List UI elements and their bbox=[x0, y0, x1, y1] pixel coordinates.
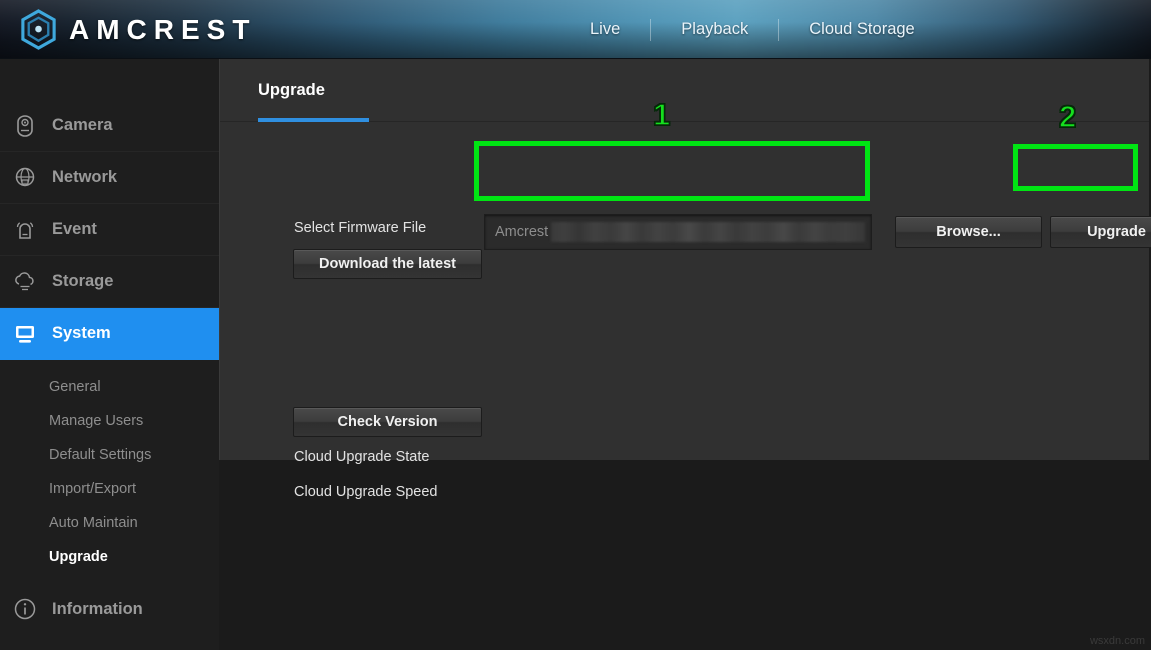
upgrade-button[interactable]: Upgrade bbox=[1050, 216, 1151, 248]
sidebar-subitem-label: Import/Export bbox=[49, 481, 137, 497]
sidebar-subitem-general[interactable]: General bbox=[0, 370, 219, 404]
sidebar-item-camera[interactable]: Camera bbox=[0, 100, 219, 152]
firmware-file-value: Amcrest bbox=[495, 224, 549, 240]
system-monitor-icon bbox=[16, 325, 34, 343]
nav-item-cloud-storage[interactable]: Cloud Storage bbox=[779, 0, 945, 59]
sidebar-subitem-label: Default Settings bbox=[49, 447, 152, 463]
storage-cloud-icon bbox=[15, 271, 34, 290]
redacted-filename-blur bbox=[551, 222, 865, 242]
sidebar-item-label: Network bbox=[52, 168, 118, 186]
cloud-upgrade-speed-label: Cloud Upgrade Speed bbox=[294, 484, 438, 500]
amcrest-web-ui: AMCREST Live Playback Cloud Storage Came… bbox=[0, 0, 1151, 650]
sidebar-subitem-label: Auto Maintain bbox=[49, 515, 138, 531]
sidebar-subitem-default-settings[interactable]: Default Settings bbox=[0, 438, 219, 472]
content-panel: Upgrade Select Firmware File Amcrest Bro… bbox=[219, 59, 1151, 500]
sidebar-item-network[interactable]: Network bbox=[0, 152, 219, 204]
check-version-button-label: Check Version bbox=[337, 414, 438, 430]
sidebar-item-label: Storage bbox=[52, 272, 114, 290]
sidebar-item-storage[interactable]: Storage bbox=[0, 256, 219, 308]
amcrest-hexagon-logo-icon bbox=[21, 9, 56, 50]
download-latest-button-label: Download the latest bbox=[319, 256, 456, 272]
select-firmware-file-label: Select Firmware File bbox=[294, 220, 427, 236]
download-latest-button[interactable]: Download the latest bbox=[293, 249, 482, 279]
nav-item-playback[interactable]: Playback bbox=[651, 0, 778, 59]
tab-bar: Upgrade bbox=[220, 59, 1149, 122]
tab-active-underline bbox=[258, 118, 369, 122]
check-version-button[interactable]: Check Version bbox=[293, 407, 482, 437]
info-circle-icon bbox=[14, 598, 36, 620]
sidebar-item-information[interactable]: Information bbox=[0, 583, 219, 635]
sidebar-item-label: Event bbox=[52, 220, 97, 238]
upgrade-button-label: Upgrade bbox=[1087, 224, 1146, 240]
firmware-file-input[interactable]: Amcrest bbox=[484, 214, 872, 250]
sidebar-item-label: Information bbox=[52, 599, 143, 618]
sidebar-subitem-auto-maintain[interactable]: Auto Maintain bbox=[0, 506, 219, 540]
sidebar-subitem-upgrade[interactable]: Upgrade bbox=[0, 540, 219, 574]
nav-item-live[interactable]: Live bbox=[560, 0, 650, 59]
sidebar-subitem-label: General bbox=[49, 379, 101, 395]
event-bell-icon bbox=[16, 221, 34, 239]
brand-name: AMCREST bbox=[69, 14, 257, 45]
sidebar-item-event[interactable]: Event bbox=[0, 204, 219, 256]
tab-upgrade[interactable]: Upgrade bbox=[258, 59, 369, 122]
network-globe-icon bbox=[15, 167, 35, 186]
brand-logo[interactable]: AMCREST bbox=[18, 9, 256, 50]
tab-label: Upgrade bbox=[258, 81, 325, 99]
sidebar-item-label: Camera bbox=[52, 116, 113, 134]
sidebar-subitem-label: Manage Users bbox=[49, 413, 144, 429]
sidebar: Camera Network Event Storage System Gene… bbox=[0, 59, 237, 650]
camera-icon bbox=[17, 114, 33, 137]
sidebar-item-system[interactable]: System bbox=[0, 308, 237, 360]
browse-button-label: Browse... bbox=[936, 224, 1001, 240]
browse-button[interactable]: Browse... bbox=[895, 216, 1042, 248]
sidebar-subitem-label: Upgrade bbox=[49, 549, 108, 565]
watermark: wsxdn.com bbox=[1089, 635, 1145, 647]
top-nav: Live Playback Cloud Storage bbox=[560, 0, 945, 59]
app-header: AMCREST Live Playback Cloud Storage bbox=[0, 0, 1151, 59]
sidebar-item-label: System bbox=[52, 324, 111, 342]
cloud-upgrade-state-label: Cloud Upgrade State bbox=[294, 449, 430, 465]
sidebar-subitem-import-export[interactable]: Import/Export bbox=[0, 472, 219, 506]
sidebar-subitem-manage-users[interactable]: Manage Users bbox=[0, 404, 219, 438]
